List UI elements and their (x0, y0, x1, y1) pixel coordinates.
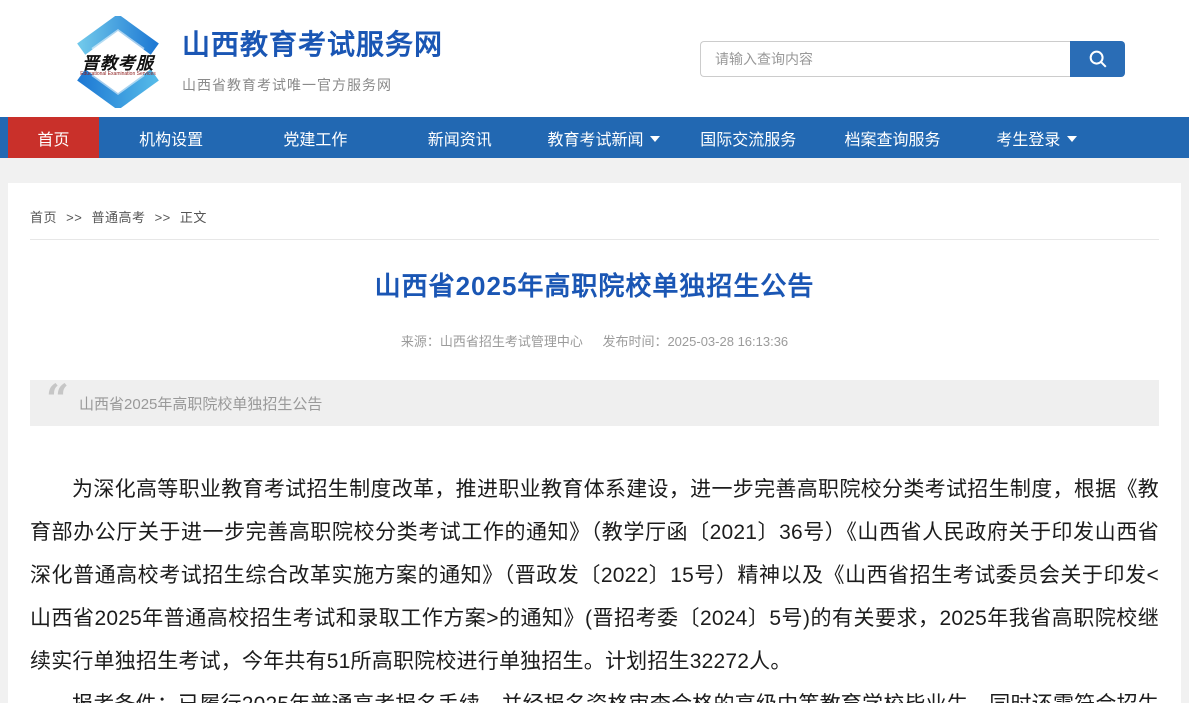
nav-item-home[interactable]: 首页 (8, 117, 99, 158)
nav-item-candidate-login[interactable]: 考生登录 (965, 117, 1109, 158)
search-bar (700, 41, 1125, 77)
nav-item-label: 考生登录 (996, 126, 1060, 150)
logo-english-text: Educational Examination Services (72, 71, 164, 77)
article-body: 为深化高等职业教育考试招生制度改革，推进职业教育体系建设，进一步完善高职院校分类… (30, 468, 1159, 703)
article-publish-time: 发布时间：2025-03-28 16:13:36 (602, 334, 788, 349)
nav-item-label: 教育考试新闻 (547, 126, 643, 150)
breadcrumb-divider (30, 239, 1159, 240)
content-card: 首页 >> 普通高考 >> 正文 山西省2025年高职院校单独招生公告 来源：山… (8, 183, 1181, 703)
site-title-block: 山西教育考试服务网 山西省教育考试唯一官方服务网 (182, 23, 700, 95)
site-subtitle: 山西省教育考试唯一官方服务网 (182, 75, 700, 95)
article-paragraph: 为深化高等职业教育考试招生制度改革，推进职业教育体系建设，进一步完善高职院校分类… (30, 468, 1159, 683)
quote-text: 山西省2025年高职院校单独招生公告 (79, 393, 322, 414)
search-input[interactable] (700, 41, 1070, 77)
site-header: 晋教考服 Educational Examination Services 山西… (0, 0, 1189, 117)
nav-item-label: 国际交流服务 (700, 126, 796, 150)
article-paragraph: 报考条件：已履行2025年普通高考报名手续，并经报名资格审查合格的高级中等教育学… (30, 683, 1159, 703)
nav-item-label: 档案查询服务 (845, 126, 941, 150)
quote-icon: “ (46, 390, 69, 416)
nav-item-exam-news[interactable]: 教育考试新闻 (532, 117, 676, 158)
nav-item-label: 党建工作 (283, 126, 347, 150)
article-meta: 来源：山西省招生考试管理中心 发布时间：2025-03-28 16:13:36 (30, 331, 1159, 350)
nav-item-label: 新闻资讯 (428, 126, 492, 150)
article-source: 来源：山西省招生考试管理中心 (401, 334, 583, 349)
nav-item-news[interactable]: 新闻资讯 (388, 117, 532, 158)
nav-item-organization[interactable]: 机构设置 (99, 117, 243, 158)
site-logo: 晋教考服 Educational Examination Services (72, 16, 164, 108)
search-button[interactable] (1070, 41, 1125, 77)
breadcrumb-home[interactable]: 首页 (30, 210, 57, 225)
breadcrumb-separator: >> (155, 210, 171, 225)
nav-item-international-exchange[interactable]: 国际交流服务 (676, 117, 820, 158)
nav-item-label: 首页 (37, 126, 69, 150)
breadcrumb-current: 正文 (180, 210, 207, 225)
site-title: 山西教育考试服务网 (182, 23, 700, 63)
nav-item-archive-query[interactable]: 档案查询服务 (820, 117, 964, 158)
breadcrumb-separator: >> (66, 210, 82, 225)
search-icon (1087, 48, 1109, 70)
breadcrumb: 首页 >> 普通高考 >> 正文 (30, 207, 1159, 226)
article-quote-box: “ 山西省2025年高职院校单独招生公告 (30, 380, 1159, 426)
breadcrumb-section[interactable]: 普通高考 (91, 210, 145, 225)
article-title: 山西省2025年高职院校单独招生公告 (30, 266, 1159, 303)
chevron-down-icon (650, 136, 660, 142)
nav-item-label: 机构设置 (139, 126, 203, 150)
main-nav: 首页 机构设置 党建工作 新闻资讯 教育考试新闻 国际交流服务 档案查询服务 考… (0, 117, 1189, 158)
chevron-down-icon (1067, 136, 1077, 142)
nav-item-party-building[interactable]: 党建工作 (243, 117, 387, 158)
